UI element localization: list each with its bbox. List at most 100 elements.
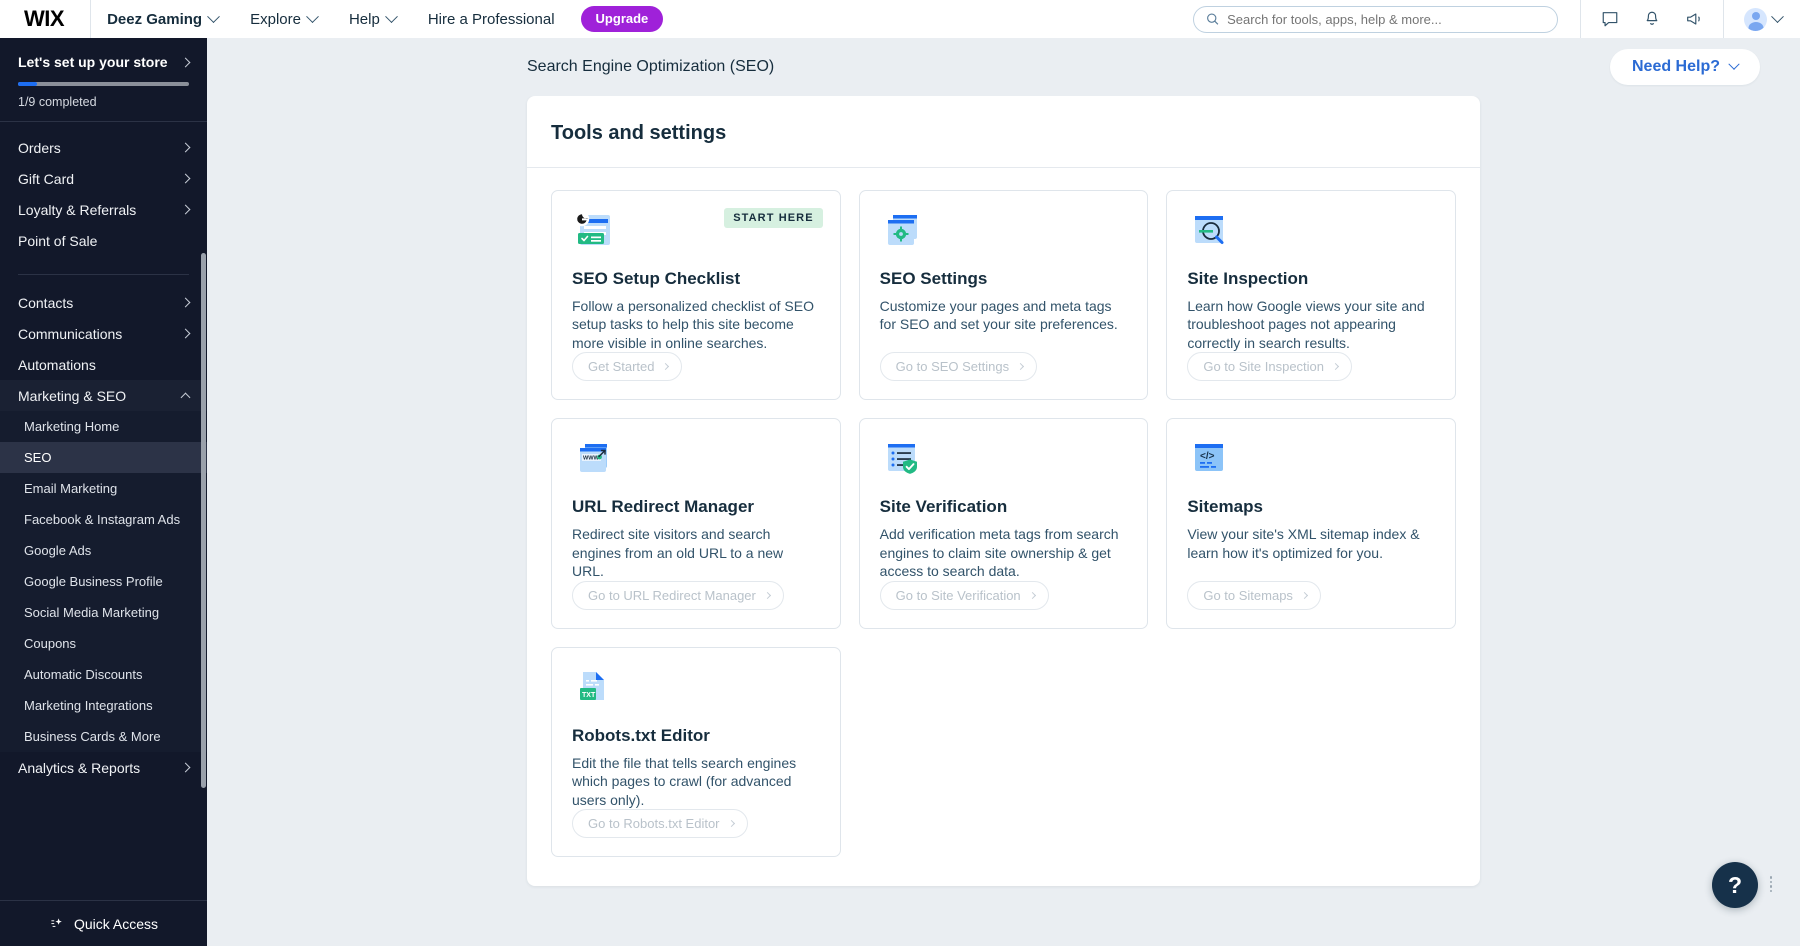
page-title: Search Engine Optimization (SEO) [527, 58, 774, 76]
chevron-right-icon [181, 174, 191, 184]
sidebar-item-label: Email Marketing [24, 481, 117, 496]
main-content: Search Engine Optimization (SEO) Need He… [207, 38, 1800, 946]
sidebar-item-label: Loyalty & Referrals [18, 202, 136, 218]
go-to-seo-settings-button[interactable]: Go to SEO Settings [880, 352, 1037, 381]
sidebar-item-label: Communications [18, 326, 122, 342]
sidebar-item-point-of-sale[interactable]: Point of Sale [0, 225, 207, 256]
nav-hire-professional[interactable]: Hire a Professional [412, 0, 571, 38]
sidebar-item-label: Marketing Integrations [24, 698, 153, 713]
card-site-inspection[interactable]: Site Inspection Learn how Google views y… [1166, 190, 1456, 400]
status-badge: START HERE [724, 208, 822, 228]
sidebar-item-label: Orders [18, 140, 61, 156]
tools-settings-panel: Tools and settings START HERE [527, 96, 1480, 886]
sidebar-item-label: Coupons [24, 636, 76, 651]
wix-logo[interactable]: WIX [0, 8, 90, 30]
need-help-label: Need Help? [1632, 58, 1720, 76]
fab-drag-handle-icon[interactable] [1770, 876, 1773, 892]
sidebar-item-seo[interactable]: SEO [0, 442, 207, 473]
sidebar-group-store: Orders Gift Card Loyalty & Referrals Poi… [0, 122, 207, 266]
sidebar-item-marketing-integrations[interactable]: Marketing Integrations [0, 690, 207, 721]
get-started-button[interactable]: Get Started [572, 352, 682, 381]
megaphone-icon[interactable] [1673, 0, 1715, 38]
sidebar: Let's set up your store 1/9 completed Or… [0, 38, 207, 946]
sidebar-item-facebook-instagram-ads[interactable]: Facebook & Instagram Ads [0, 504, 207, 535]
card-robots-txt-editor[interactable]: TXT Robots.txt Editor Edit the file that… [551, 647, 841, 857]
sidebar-item-google-ads[interactable]: Google Ads [0, 535, 207, 566]
sidebar-item-automations[interactable]: Automations [0, 349, 207, 380]
card-button-label: Go to SEO Settings [896, 359, 1009, 374]
help-fab[interactable]: ? [1712, 862, 1758, 908]
sidebar-item-automatic-discounts[interactable]: Automatic Discounts [0, 659, 207, 690]
sidebar-item-social-media-marketing[interactable]: Social Media Marketing [0, 597, 207, 628]
card-title: Robots.txt Editor [572, 726, 818, 746]
nav-help[interactable]: Help [333, 0, 412, 38]
go-to-url-redirect-manager-button[interactable]: Go to URL Redirect Manager [572, 581, 784, 610]
upgrade-button[interactable]: Upgrade [581, 6, 664, 32]
card-sitemaps[interactable]: </> Sitemaps View your site's XML sitema… [1166, 418, 1456, 628]
sidebar-item-label: Point of Sale [18, 233, 97, 249]
sidebar-item-label: Marketing Home [24, 419, 119, 434]
card-description: Follow a personalized checklist of SEO s… [572, 297, 818, 352]
sidebar-item-loyalty-referrals[interactable]: Loyalty & Referrals [0, 194, 207, 225]
search-input[interactable] [1227, 12, 1545, 27]
card-description: Customize your pages and meta tags for S… [880, 297, 1126, 334]
need-help-button[interactable]: Need Help? [1610, 49, 1760, 85]
card-description: Edit the file that tells search engines … [572, 754, 818, 809]
setup-store-title: Let's set up your store [18, 54, 168, 70]
card-seo-setup-checklist[interactable]: START HERE S [551, 190, 841, 400]
bell-icon[interactable] [1631, 0, 1673, 38]
sidebar-item-google-business-profile[interactable]: Google Business Profile [0, 566, 207, 597]
sidebar-item-gift-card[interactable]: Gift Card [0, 163, 207, 194]
sidebar-submenu-marketing-seo: Marketing Home SEO Email Marketing Faceb… [0, 411, 207, 752]
go-to-sitemaps-button[interactable]: Go to Sitemaps [1187, 581, 1321, 610]
card-title: URL Redirect Manager [572, 497, 818, 517]
nav-explore[interactable]: Explore [234, 0, 333, 38]
go-to-site-inspection-button[interactable]: Go to Site Inspection [1187, 352, 1352, 381]
card-button-label: Go to URL Redirect Manager [588, 588, 756, 603]
sidebar-item-label: Google Ads [24, 543, 91, 558]
quick-access-label: Quick Access [74, 916, 158, 932]
divider [1580, 0, 1581, 38]
svg-text:</>: </> [1200, 451, 1215, 462]
sidebar-item-label: Analytics & Reports [18, 760, 140, 776]
sidebar-item-analytics-reports[interactable]: Analytics & Reports [0, 752, 207, 783]
nav-help-label: Help [349, 11, 380, 28]
sidebar-item-coupons[interactable]: Coupons [0, 628, 207, 659]
sparkle-star-icon [49, 916, 65, 932]
sidebar-item-business-cards-more[interactable]: Business Cards & More [0, 721, 207, 752]
chevron-down-icon [1771, 10, 1784, 23]
sidebar-item-label: Google Business Profile [24, 574, 163, 589]
card-seo-settings[interactable]: SEO Settings Customize your pages and me… [859, 190, 1149, 400]
site-selector[interactable]: Deez Gaming [91, 0, 234, 38]
setup-store-row[interactable]: Let's set up your store [18, 54, 189, 70]
account-menu[interactable] [1730, 8, 1800, 31]
magnifier-window-icon [1187, 211, 1233, 255]
google-checklist-icon [572, 211, 618, 255]
sidebar-item-label: Automations [18, 357, 96, 373]
sidebar-scrollbar[interactable] [201, 253, 206, 788]
card-description: View your site's XML sitemap index & lea… [1187, 525, 1433, 562]
top-navigation-bar: WIX Deez Gaming Explore Help Hire a Prof… [0, 0, 1800, 38]
card-site-verification[interactable]: Site Verification Add verification meta … [859, 418, 1149, 628]
sidebar-item-email-marketing[interactable]: Email Marketing [0, 473, 207, 504]
chat-icon[interactable] [1589, 0, 1631, 38]
card-button-label: Go to Robots.txt Editor [588, 816, 720, 831]
go-to-site-verification-button[interactable]: Go to Site Verification [880, 581, 1049, 610]
chevron-right-icon [1029, 592, 1036, 599]
sidebar-item-communications[interactable]: Communications [0, 318, 207, 349]
chevron-right-icon [181, 143, 191, 153]
setup-store-block[interactable]: Let's set up your store 1/9 completed [0, 38, 207, 121]
chevron-right-icon [181, 298, 191, 308]
sidebar-item-marketing-home[interactable]: Marketing Home [0, 411, 207, 442]
sidebar-item-marketing-seo[interactable]: Marketing & SEO [0, 380, 207, 411]
sidebar-item-contacts[interactable]: Contacts [0, 287, 207, 318]
chevron-up-icon [181, 392, 191, 402]
nav-explore-label: Explore [250, 11, 301, 28]
search-box[interactable] [1193, 6, 1558, 33]
card-title: Site Verification [880, 497, 1126, 517]
sidebar-item-orders[interactable]: Orders [0, 132, 207, 163]
quick-access-button[interactable]: Quick Access [0, 900, 207, 946]
card-title: SEO Settings [880, 269, 1126, 289]
go-to-robots-txt-editor-button[interactable]: Go to Robots.txt Editor [572, 809, 748, 838]
card-url-redirect-manager[interactable]: WWW URL Redirect Manager Redirect site v… [551, 418, 841, 628]
